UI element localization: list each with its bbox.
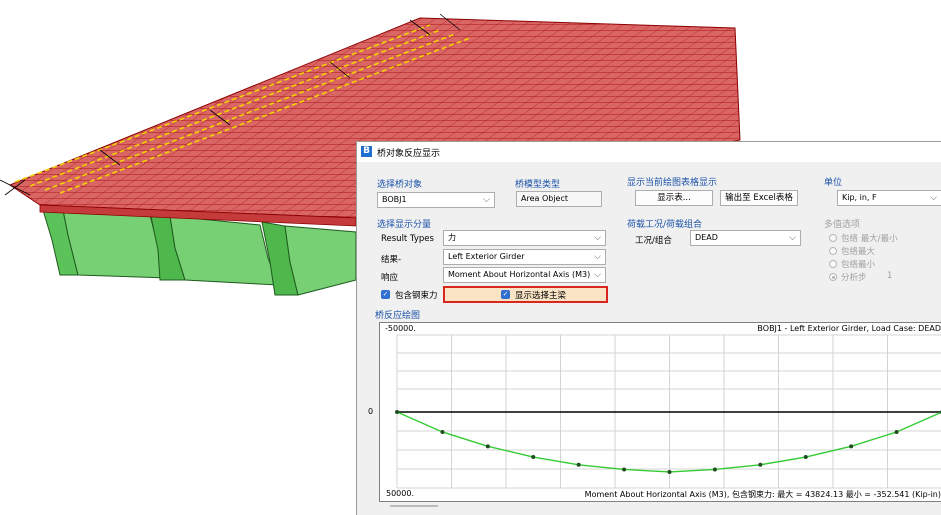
table-display-group-label: 显示当前绘图表格显示 — [627, 178, 718, 188]
load-case-label: 工况/组合 — [635, 236, 672, 246]
radio-envelope-max-min[interactable] — [829, 234, 837, 242]
response-select[interactable]: Moment About Horizontal Axis (M3) ⌵ — [443, 267, 606, 283]
response-value: Moment About Horizontal Axis (M3) — [448, 270, 591, 279]
dialog-titlebar: B 桥对象反应显示 — [357, 142, 941, 162]
result-value: Left Exterior Girder — [448, 252, 525, 261]
response-plot: -50000. BOBJ1 - Left Exterior Girder, Lo… — [379, 322, 941, 502]
load-case-group-label: 荷载工况/荷载组合 — [627, 220, 703, 230]
option-envelope-max-min: 包络 最大/最小 — [841, 234, 898, 244]
show-main-beam-toggle[interactable]: ✓ 显示选择主梁 — [443, 286, 608, 303]
result-types-label: Result Types — [381, 234, 434, 244]
bridge-object-select[interactable]: BOBJ1 ⌵ — [377, 192, 495, 208]
units-select[interactable]: Kip, in, F ⌵ — [837, 190, 941, 206]
tick-label-zero: 0 — [368, 407, 374, 416]
radio-envelope-max[interactable] — [829, 247, 837, 255]
model-type-group-label: 桥模型类型 — [515, 180, 561, 190]
export-excel-button[interactable]: 输出至 Excel表格 — [720, 190, 798, 206]
app-icon: B — [361, 146, 372, 157]
result-types-value: 力 — [448, 233, 456, 242]
display-component-group-label: 选择显示分量 — [377, 220, 432, 230]
model-type-value: Area Object — [516, 191, 602, 207]
chevron-down-icon: ⌵ — [789, 233, 796, 243]
radio-envelope-min[interactable] — [829, 260, 837, 268]
data-point — [712, 467, 717, 472]
load-case-select[interactable]: DEAD ⌵ — [690, 230, 801, 246]
select-bridge-group-label: 选择桥对象 — [377, 180, 423, 190]
chevron-down-icon: ⌵ — [594, 233, 601, 243]
load-case-value: DEAD — [695, 233, 718, 242]
chevron-down-icon: ⌵ — [483, 195, 490, 205]
data-point — [894, 429, 899, 434]
response-curve — [396, 411, 941, 473]
dialog-title: 桥对象反应显示 — [377, 149, 441, 159]
option-envelope-max: 包络最大 — [841, 247, 876, 257]
data-point — [667, 469, 672, 474]
multi-value-group-label: 多值选项 — [824, 220, 861, 230]
units-value: Kip, in, F — [842, 193, 877, 202]
data-point — [531, 455, 536, 460]
data-point — [485, 444, 490, 449]
analysis-step-value: 1 — [887, 271, 893, 281]
scroll-indicator[interactable] — [390, 505, 438, 507]
show-main-beam-checkbox[interactable]: ✓ — [501, 290, 510, 299]
include-tendon-label: 包含钢束力 — [395, 291, 438, 301]
units-group-label: 单位 — [824, 178, 843, 188]
data-point — [622, 467, 627, 472]
response-label: 响应 — [381, 273, 399, 283]
data-point — [440, 429, 445, 434]
plot-canvas — [395, 334, 941, 489]
data-point — [758, 462, 763, 467]
bridge-object-value: BOBJ1 — [382, 195, 407, 204]
chevron-down-icon: ⌵ — [930, 193, 937, 203]
data-point — [395, 410, 399, 414]
chevron-down-icon: ⌵ — [594, 270, 601, 280]
show-table-button[interactable]: 显示表... — [635, 190, 713, 206]
include-tendon-checkbox[interactable]: ✓ — [381, 290, 390, 299]
option-envelope-min: 包络最小 — [841, 260, 876, 270]
result-label: 结果- — [381, 255, 402, 265]
result-select[interactable]: Left Exterior Girder ⌵ — [443, 249, 606, 265]
bridge-response-dialog: B 桥对象反应显示 选择桥对象 BOBJ1 ⌵ 桥模型类型 Area Objec… — [356, 141, 941, 515]
data-point — [803, 455, 808, 460]
radio-analysis-step[interactable] — [829, 273, 837, 281]
result-types-select[interactable]: 力 ⌵ — [443, 230, 606, 246]
chevron-down-icon: ⌵ — [594, 252, 601, 262]
show-main-beam-label: 显示选择主梁 — [515, 291, 567, 301]
data-point — [849, 444, 854, 449]
plot-group-label: 桥反应绘图 — [375, 311, 421, 321]
option-analysis-step: 分析步 — [841, 273, 867, 283]
data-point — [576, 462, 581, 467]
